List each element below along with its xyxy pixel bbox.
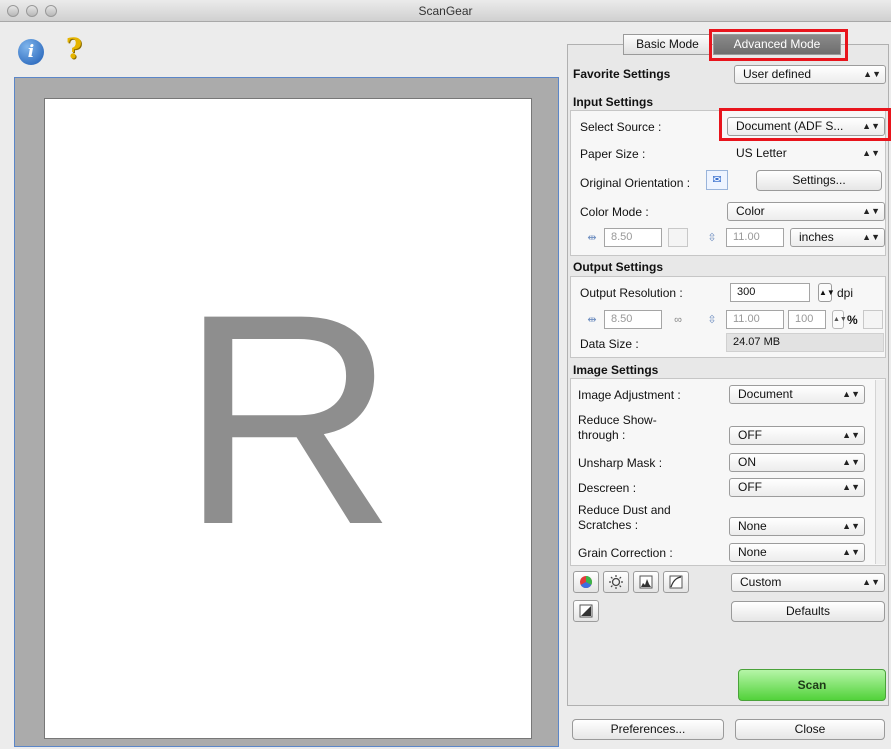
orientation-icon[interactable]: ✉: [706, 170, 728, 190]
reduce-dust-value: None: [738, 519, 767, 533]
output-settings-header: Output Settings: [573, 260, 663, 274]
color-mode-value: Color: [736, 204, 765, 218]
unsharp-mask-label: Unsharp Mask :: [578, 456, 663, 470]
reduce-showthrough-select[interactable]: OFF ▲▼: [729, 426, 865, 445]
chevron-updown-icon: ▲▼: [842, 547, 860, 557]
unit-value: inches: [799, 230, 834, 244]
unsharp-mask-value: ON: [738, 455, 756, 469]
chevron-updown-icon: ▲▼: [862, 232, 880, 242]
output-width-field[interactable]: 8.50: [604, 310, 662, 329]
defaults-button[interactable]: Defaults: [731, 601, 885, 622]
image-adjustment-value: Document: [738, 387, 793, 401]
descreen-value: OFF: [738, 480, 762, 494]
image-settings-header: Image Settings: [573, 363, 659, 377]
select-source-label: Select Source :: [580, 120, 662, 134]
output-resolution-field[interactable]: 300: [730, 283, 810, 302]
output-resolution-label: Output Resolution :: [580, 286, 683, 300]
chevron-updown-icon: ▲▼: [862, 148, 880, 158]
scan-button[interactable]: Scan: [738, 669, 886, 701]
percent-label: %: [847, 313, 858, 327]
reduce-dust-label-2: Scratches :: [578, 518, 639, 532]
chevron-updown-icon: ▲▼: [842, 457, 860, 467]
chevron-updown-icon: ▲▼: [842, 482, 860, 492]
favorite-settings-select[interactable]: User defined ▲▼: [734, 65, 886, 84]
image-adjustment-select[interactable]: Document ▲▼: [729, 385, 865, 404]
input-settings-header: Input Settings: [573, 95, 653, 109]
chevron-updown-icon: ▲▼: [862, 577, 880, 587]
chevron-updown-icon: ▲▼: [842, 389, 860, 399]
color-mode-label: Color Mode :: [580, 205, 649, 219]
color-mode-select[interactable]: Color ▲▼: [727, 202, 885, 221]
grain-correction-label: Grain Correction :: [578, 546, 673, 560]
orientation-settings-button[interactable]: Settings...: [756, 170, 882, 191]
resolution-stepper[interactable]: ▲▼: [818, 283, 835, 302]
reduce-showthrough-value: OFF: [738, 428, 762, 442]
aspect-lock-icon[interactable]: [668, 228, 688, 247]
scale-stepper[interactable]: ▲▼: [832, 310, 847, 329]
paper-size-select[interactable]: US Letter ▲▼: [727, 144, 885, 163]
input-height-field[interactable]: 11.00: [726, 228, 784, 247]
tone-curve-icon: [669, 575, 683, 589]
reduce-showthrough-label-2: through :: [578, 428, 626, 442]
paper-size-label: Paper Size :: [580, 147, 646, 161]
height-icon: ⇳: [707, 314, 717, 326]
tool-preset-value: Custom: [740, 575, 782, 589]
brightness-tool-button[interactable]: [603, 571, 629, 593]
width-icon: ⇹: [587, 232, 597, 244]
chevron-updown-icon: ▲▼: [842, 521, 860, 531]
histogram-icon: [639, 575, 653, 589]
final-review-icon: [579, 604, 593, 618]
chevron-updown-icon: ▲▼: [863, 69, 881, 79]
dpi-label: dpi: [837, 286, 854, 300]
highlight-box: [709, 29, 848, 61]
link-icon: ∞: [674, 314, 682, 326]
unsharp-mask-select[interactable]: ON ▲▼: [729, 453, 865, 472]
original-orientation-label: Original Orientation :: [580, 176, 691, 190]
brightness-icon: [609, 575, 623, 589]
chevron-updown-icon: ▲▼: [862, 206, 880, 216]
reset-size-icon[interactable]: [863, 310, 883, 329]
descreen-label: Descreen :: [578, 481, 637, 495]
height-icon: ⇳: [707, 232, 717, 244]
tool-preset-select[interactable]: Custom ▲▼: [731, 573, 885, 592]
color-balance-tool-button[interactable]: [573, 571, 599, 593]
final-review-tool-button[interactable]: [573, 600, 599, 622]
grain-correction-value: None: [738, 545, 767, 559]
title-bar: ScanGear: [0, 0, 891, 22]
histogram-tool-button[interactable]: [633, 571, 659, 593]
help-icon[interactable]: ?: [63, 34, 85, 64]
paper-size-value: US Letter: [736, 146, 787, 160]
scale-field[interactable]: 100: [788, 310, 826, 329]
width-icon: ⇹: [587, 314, 597, 326]
tab-basic-mode[interactable]: Basic Mode: [623, 34, 712, 55]
color-wheel-icon: [580, 576, 593, 589]
image-settings-scrollbar[interactable]: [875, 380, 885, 564]
data-size-value: 24.07 MB: [726, 333, 884, 352]
descreen-select[interactable]: OFF ▲▼: [729, 478, 865, 497]
favorite-settings-value: User defined: [743, 67, 812, 81]
image-settings-section: [570, 378, 886, 566]
reduce-dust-label: Reduce Dust and: [578, 503, 671, 517]
grain-correction-select[interactable]: None ▲▼: [729, 543, 865, 562]
info-icon[interactable]: i: [18, 39, 44, 65]
output-height-field[interactable]: 11.00: [726, 310, 784, 329]
input-width-field[interactable]: 8.50: [604, 228, 662, 247]
favorite-settings-label: Favorite Settings: [573, 67, 671, 81]
window-title: ScanGear: [418, 4, 473, 18]
highlight-box: [719, 108, 891, 141]
unit-select[interactable]: inches ▲▼: [790, 228, 885, 247]
image-adjustment-label: Image Adjustment :: [578, 388, 681, 402]
data-size-label: Data Size :: [580, 337, 639, 351]
reduce-showthrough-label: Reduce Show-: [578, 413, 657, 427]
preview-content: R: [179, 251, 397, 587]
preferences-button[interactable]: Preferences...: [572, 719, 724, 740]
tone-curve-tool-button[interactable]: [663, 571, 689, 593]
chevron-updown-icon: ▲▼: [842, 430, 860, 440]
close-button[interactable]: Close: [735, 719, 885, 740]
reduce-dust-select[interactable]: None ▲▼: [729, 517, 865, 536]
preview-page[interactable]: R: [44, 98, 532, 739]
